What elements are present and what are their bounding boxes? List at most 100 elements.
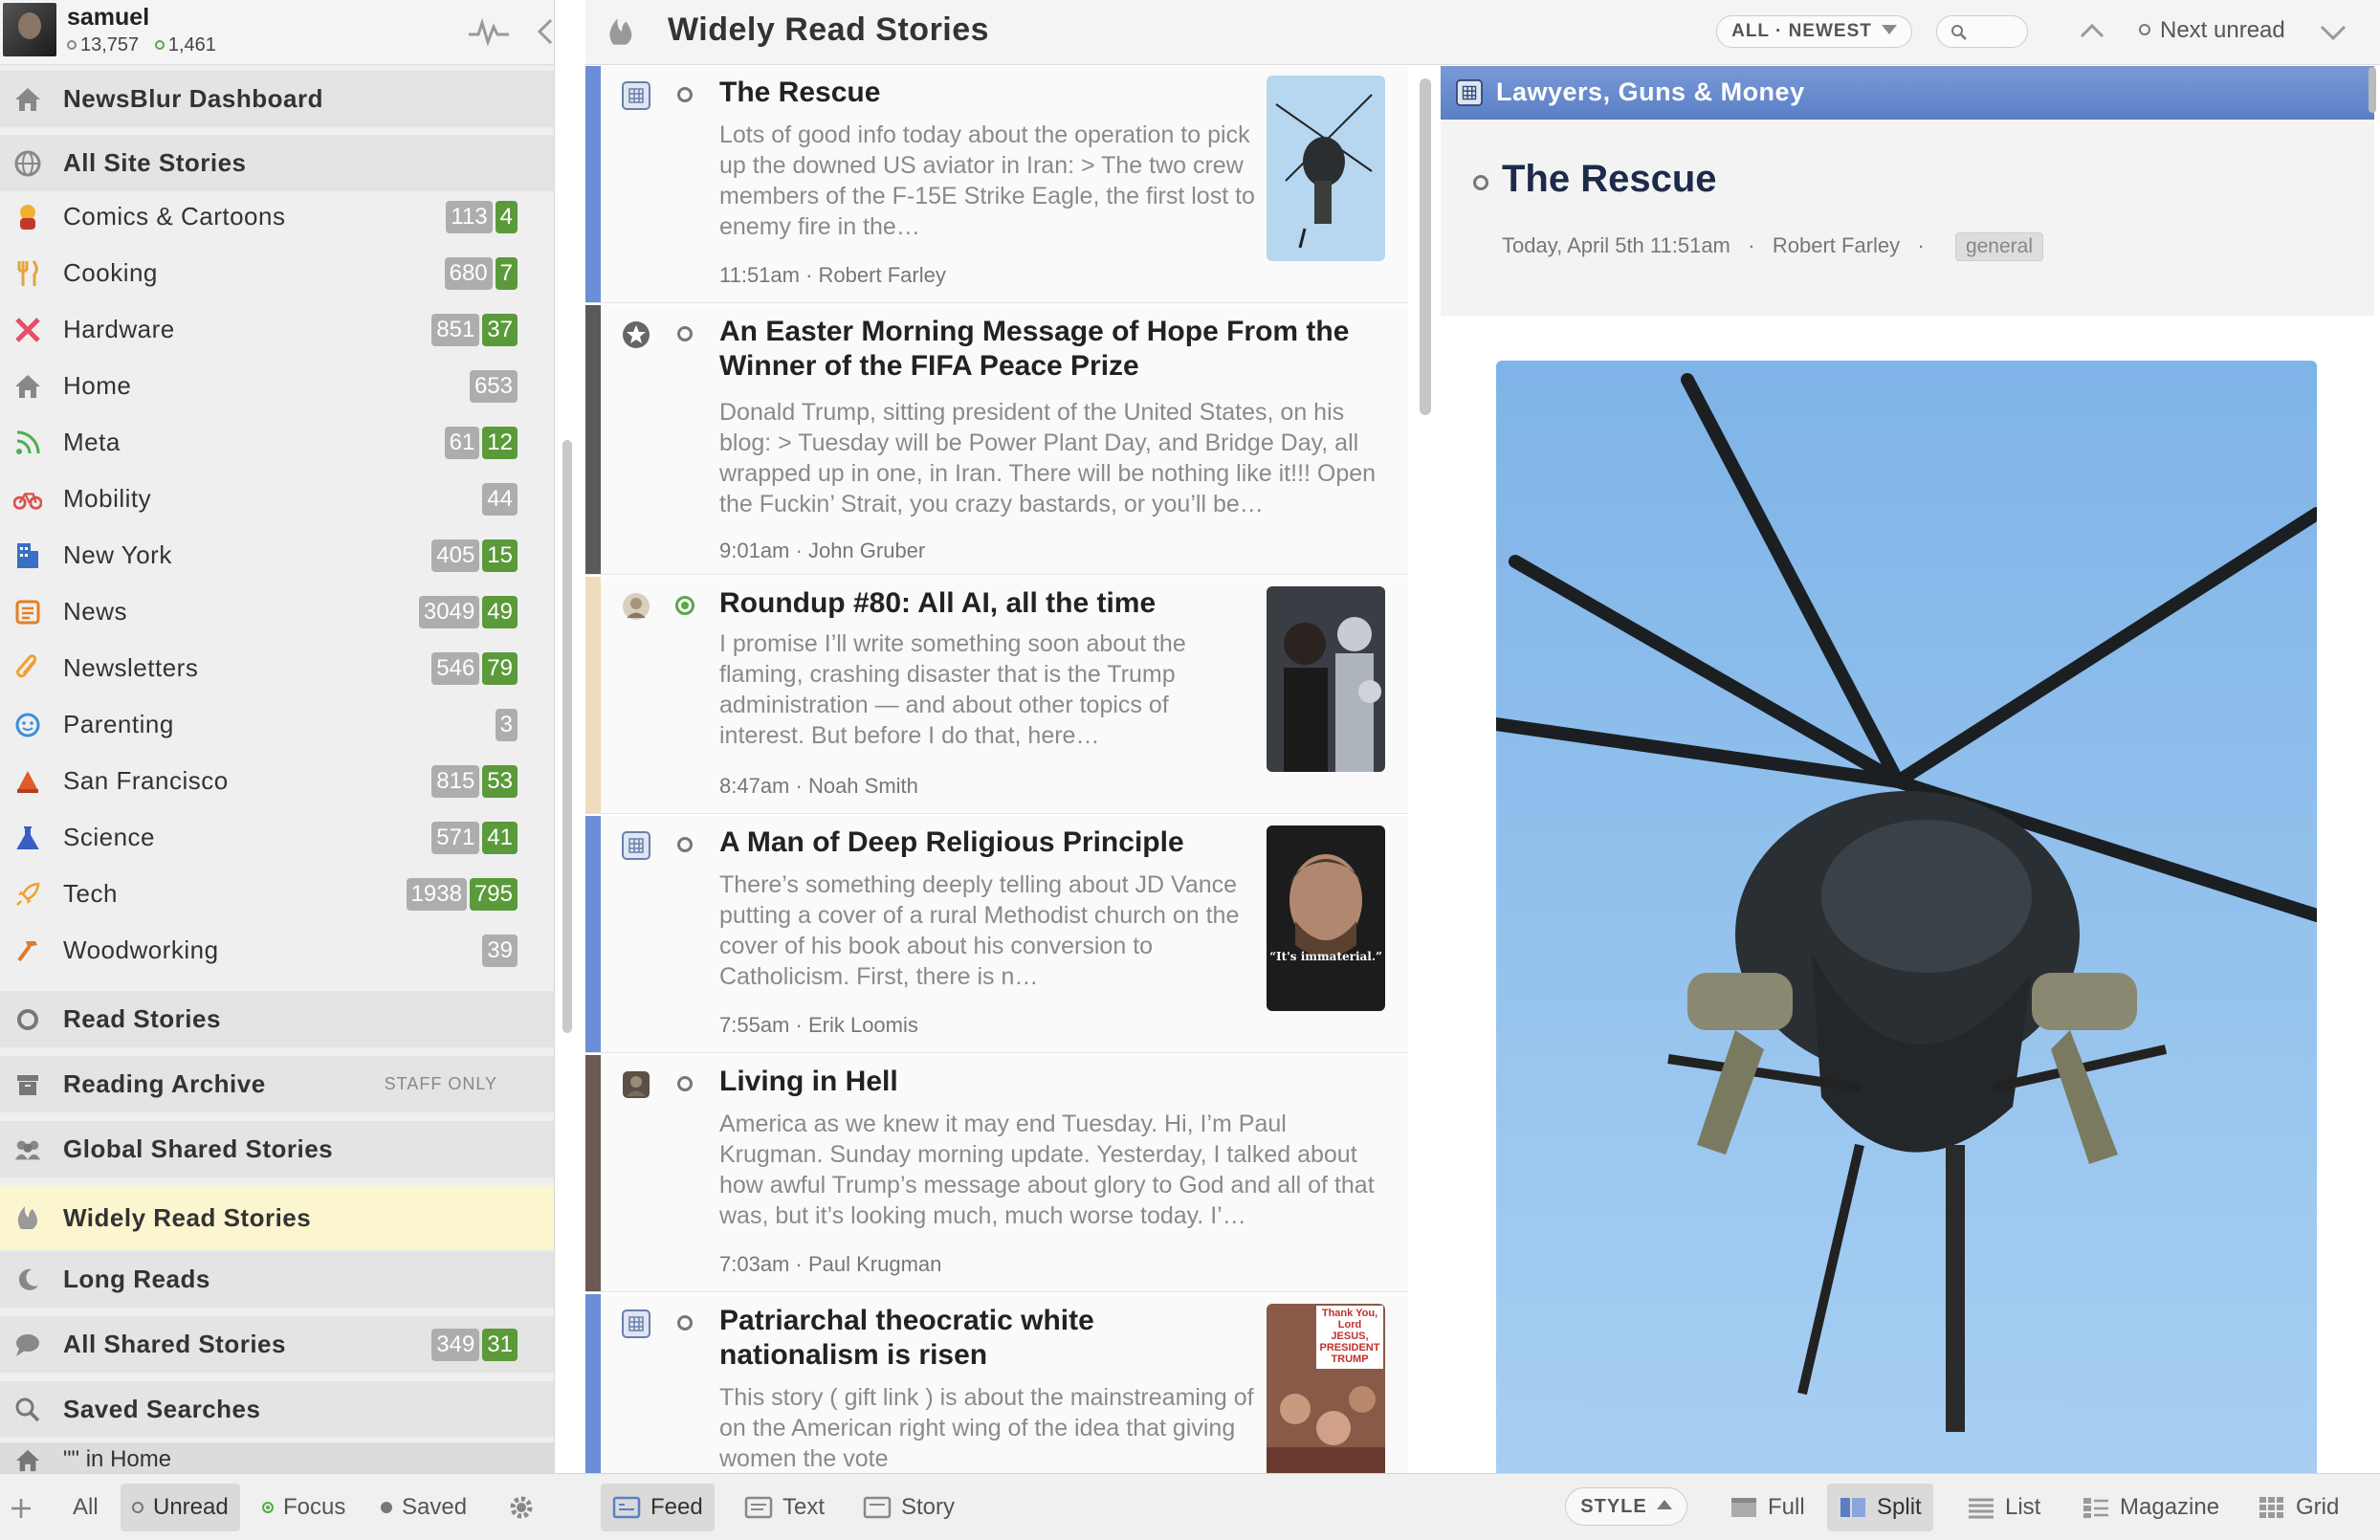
gear-icon[interactable] bbox=[507, 1493, 536, 1522]
story-detail-title[interactable]: The Rescue bbox=[1502, 158, 1717, 201]
sidebar-folder-mobility[interactable]: Mobility 44 bbox=[0, 471, 554, 527]
sidebar-item-widely-read[interactable]: Widely Read Stories bbox=[0, 1186, 554, 1249]
feed-header-bar[interactable]: Lawyers, Guns & Money bbox=[1441, 66, 2374, 120]
sidebar-folder-new-york[interactable]: New York 405 15 bbox=[0, 527, 554, 583]
story-thumbnail bbox=[1267, 76, 1385, 261]
sidebar-folder-san-francisco[interactable]: San Francisco 815 53 bbox=[0, 753, 554, 809]
feed-color-bar bbox=[585, 816, 601, 1052]
filter-saved[interactable]: Saved bbox=[369, 1484, 478, 1531]
feed-name: Lawyers, Guns & Money bbox=[1496, 77, 1805, 106]
cable-car-icon bbox=[13, 767, 42, 796]
layout-grid-button[interactable]: Grid bbox=[2246, 1484, 2350, 1531]
story-title: A Man of Deep Religious Principle bbox=[719, 826, 1184, 858]
sidebar-item-dashboard[interactable]: NewsBlur Dashboard bbox=[0, 71, 554, 127]
focus-count: 53 bbox=[482, 764, 518, 798]
collapse-sidebar-icon[interactable] bbox=[534, 17, 555, 46]
sidebar-item-label: Science bbox=[63, 823, 155, 851]
story-item[interactable]: Patriarchal theocratic white nationalism… bbox=[585, 1294, 1408, 1473]
sidebar-folder-news[interactable]: News 3049 49 bbox=[0, 583, 554, 640]
sidebar-item-label: All Shared Stories bbox=[63, 1330, 286, 1358]
sidebar-scrollbar[interactable] bbox=[562, 440, 572, 1033]
people-icon bbox=[13, 1135, 42, 1164]
sidebar-folder-science[interactable]: Science 571 41 bbox=[0, 809, 554, 866]
search-input[interactable] bbox=[1936, 15, 2028, 48]
sidebar-item-saved-searches[interactable]: Saved Searches bbox=[0, 1381, 554, 1438]
house-icon bbox=[13, 372, 42, 401]
unread-indicator-icon[interactable] bbox=[677, 87, 693, 102]
sidebar-item-label: San Francisco bbox=[63, 766, 229, 795]
focus-count: 41 bbox=[482, 821, 518, 854]
focus-indicator-icon[interactable] bbox=[675, 596, 694, 615]
layout-split-button[interactable]: Split bbox=[1827, 1484, 1933, 1531]
sidebar-item-read-stories[interactable]: Read Stories bbox=[0, 991, 554, 1047]
avatar[interactable] bbox=[3, 3, 56, 56]
sidebar-item-label: Long Reads bbox=[63, 1265, 210, 1293]
story-author[interactable]: Robert Farley bbox=[1773, 233, 1900, 257]
sidebar-item-all-site-stories[interactable]: All Site Stories bbox=[0, 135, 554, 191]
unread-count: 851 bbox=[431, 313, 480, 346]
sidebar-folder-hardware[interactable]: Hardware 851 37 bbox=[0, 301, 554, 358]
saved-search-item[interactable]: "" in Home bbox=[0, 1442, 554, 1473]
story-item[interactable]: An Easter Morning Message of Hope From t… bbox=[585, 305, 1408, 575]
unread-indicator-icon[interactable] bbox=[1473, 175, 1488, 190]
next-unread-button[interactable]: Next unread bbox=[2139, 17, 2285, 44]
view-feed-button[interactable]: Feed bbox=[601, 1484, 715, 1531]
hammer-icon bbox=[13, 936, 42, 965]
unread-dot-icon bbox=[2139, 24, 2150, 35]
story-snippet: I promise I’ll write something soon abou… bbox=[719, 630, 1186, 749]
story-list-header: Widely Read Stories ALL · NEWEST Next un… bbox=[585, 0, 2380, 65]
focus-count: 795 bbox=[469, 877, 518, 911]
activity-pulse-icon[interactable] bbox=[469, 17, 509, 46]
sidebar-folder-tech[interactable]: Tech 1938 795 bbox=[0, 866, 554, 922]
order-filter-dropdown[interactable]: ALL · NEWEST bbox=[1716, 15, 1912, 48]
story-list-scrollbar[interactable] bbox=[1420, 78, 1431, 415]
sidebar-folder-parenting[interactable]: Parenting 3 bbox=[0, 696, 554, 753]
sidebar-folder-meta[interactable]: Meta 61 12 bbox=[0, 414, 554, 471]
sidebar-item-label: Hardware bbox=[63, 315, 175, 343]
story-item[interactable]: Roundup #80: All AI, all the time I prom… bbox=[585, 577, 1408, 814]
sidebar-item-global-shared[interactable]: Global Shared Stories bbox=[0, 1121, 554, 1177]
unread-indicator-icon[interactable] bbox=[677, 1076, 693, 1091]
layout-list-button[interactable]: List bbox=[1955, 1484, 2052, 1531]
chevron-up-icon[interactable] bbox=[2078, 17, 2106, 46]
sidebar-item-reading-archive[interactable]: Reading Archive STAFF ONLY bbox=[0, 1056, 554, 1112]
add-icon[interactable] bbox=[10, 1497, 33, 1520]
unread-indicator-icon[interactable] bbox=[677, 326, 693, 341]
story-item[interactable]: Living in Hell America as we knew it may… bbox=[585, 1055, 1408, 1292]
username[interactable]: samuel bbox=[67, 4, 149, 32]
baby-icon bbox=[13, 711, 42, 739]
sidebar-folder-cooking[interactable]: Cooking 680 7 bbox=[0, 245, 554, 301]
sidebar-item-long-reads[interactable]: Long Reads bbox=[0, 1251, 554, 1308]
story-item[interactable]: A Man of Deep Religious Principle There’… bbox=[585, 816, 1408, 1053]
story-title: An Easter Morning Message of Hope From t… bbox=[719, 316, 1350, 382]
sidebar-folder-newsletters[interactable]: Newsletters 546 79 bbox=[0, 640, 554, 696]
sidebar-item-label: Newsletters bbox=[63, 653, 199, 682]
view-text-button[interactable]: Text bbox=[733, 1484, 836, 1531]
thumbnail-caption: Thank You, Lord JESUS, PRESIDENT TRUMP bbox=[1319, 1308, 1380, 1365]
story-image bbox=[1496, 361, 2317, 1473]
style-menu-button[interactable]: STYLE bbox=[1565, 1487, 1687, 1526]
chevron-down-icon[interactable] bbox=[2317, 17, 2349, 46]
sidebar-item-label: New York bbox=[63, 540, 172, 569]
filter-all[interactable]: All bbox=[61, 1484, 110, 1531]
unread-indicator-icon[interactable] bbox=[677, 1315, 693, 1331]
layout-full-button[interactable]: Full bbox=[1718, 1484, 1817, 1531]
sidebar-folder-home[interactable]: Home 653 bbox=[0, 358, 554, 414]
focus-dot-icon bbox=[154, 40, 165, 50]
unread-indicator-icon[interactable] bbox=[677, 837, 693, 852]
filter-focus[interactable]: Focus bbox=[251, 1484, 357, 1531]
feed-color-bar bbox=[585, 1294, 601, 1473]
filter-unread[interactable]: Unread bbox=[121, 1484, 240, 1531]
sidebar-item-label: News bbox=[63, 597, 128, 626]
story-item[interactable]: The Rescue Lots of good info today about… bbox=[585, 66, 1408, 303]
sidebar-folder-woodworking[interactable]: Woodworking 39 bbox=[0, 922, 554, 979]
grid-layout-icon bbox=[2259, 1497, 2283, 1518]
layout-magazine-button[interactable]: Magazine bbox=[2070, 1484, 2231, 1531]
sidebar-item-all-shared[interactable]: All Shared Stories 349 31 bbox=[0, 1316, 554, 1373]
sidebar-folder-comics[interactable]: Comics & Cartoons 113 4 bbox=[0, 188, 554, 245]
story-tag[interactable]: general bbox=[1954, 232, 2044, 261]
story-snippet: Donald Trump, sitting president of the U… bbox=[719, 399, 1377, 517]
detail-scrollbar[interactable] bbox=[2369, 67, 2376, 113]
view-story-button[interactable]: Story bbox=[851, 1484, 966, 1531]
feed-avatar-icon bbox=[623, 593, 650, 620]
